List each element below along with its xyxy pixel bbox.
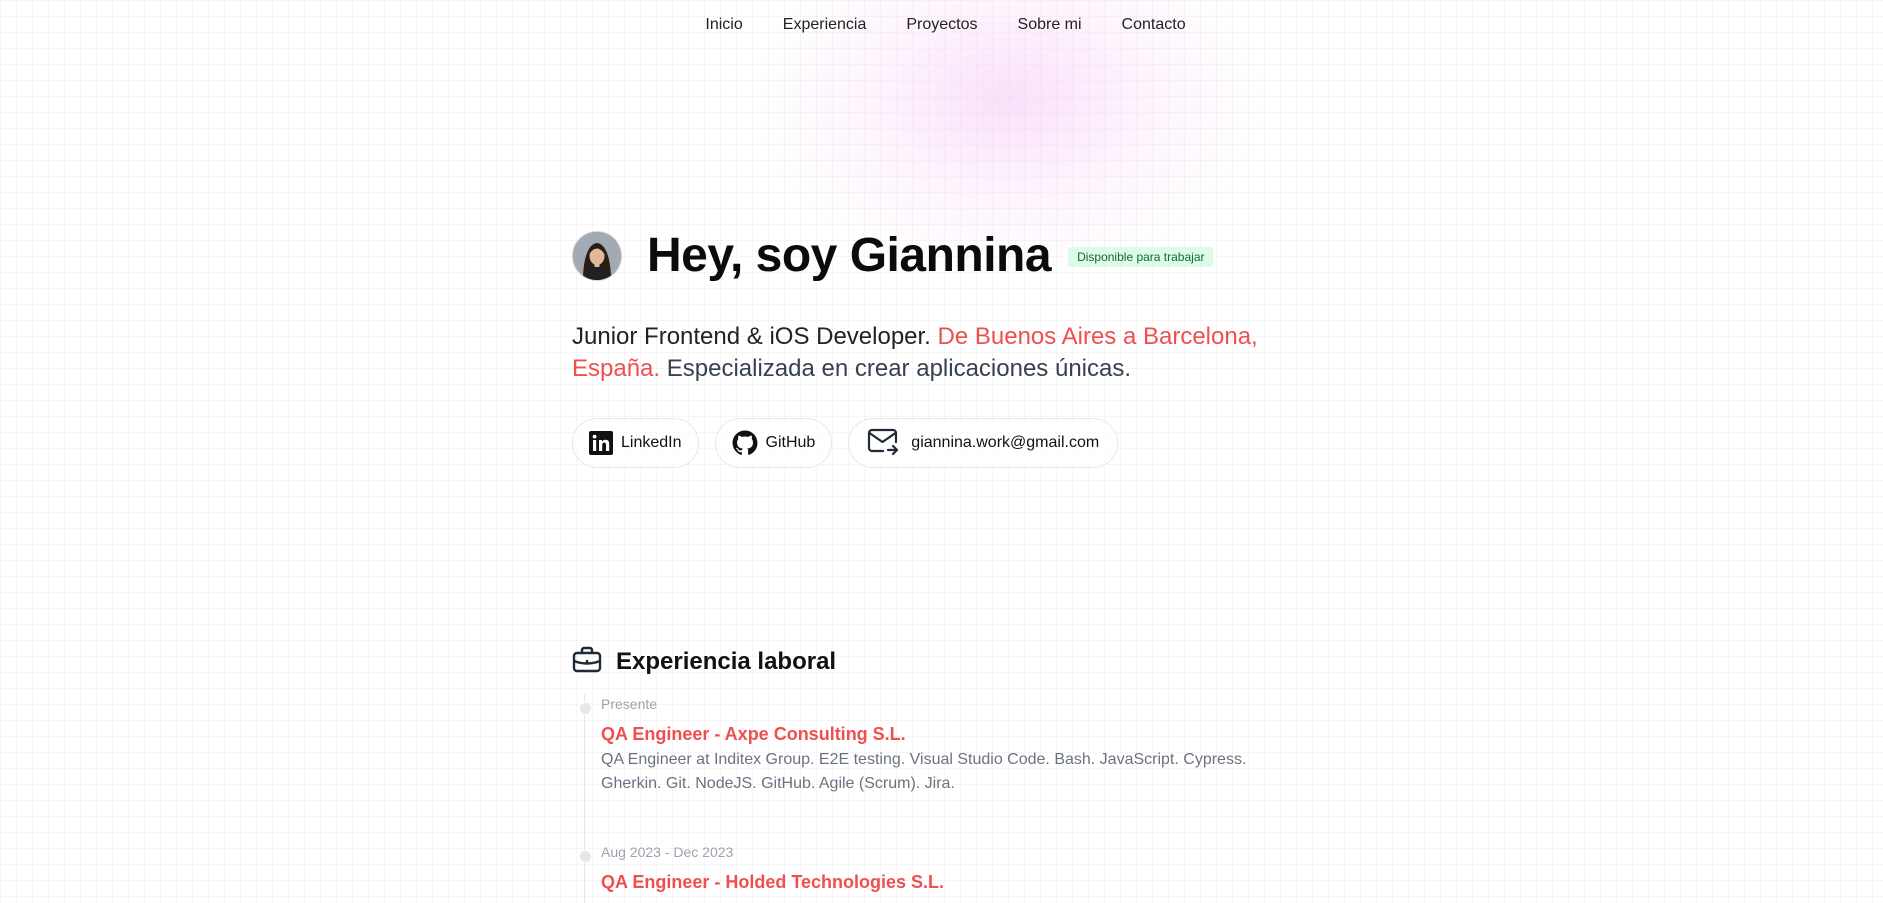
hero-description: Junior Frontend & iOS Developer. De Buen… — [572, 321, 1292, 385]
github-button[interactable]: GitHub — [714, 418, 833, 468]
timeline-dot — [579, 850, 592, 863]
nav-item-sobre-mi[interactable]: Sobre mi — [998, 0, 1102, 50]
nav-item-inicio[interactable]: Inicio — [685, 0, 762, 50]
nav-item-experiencia[interactable]: Experiencia — [763, 0, 887, 50]
briefcase-icon — [572, 646, 602, 679]
page-title: Hey, soy Giannina — [647, 229, 1052, 282]
experience-date: Aug 2023 - Dec 2023 — [601, 844, 734, 860]
avatar — [572, 231, 622, 281]
hero-title-row: Hey, soy Giannina Disponible para trabaj… — [572, 225, 1292, 287]
nav-links: Inicio Experiencia Proyectos Sobre mi Co… — [685, 0, 1205, 50]
github-icon — [732, 430, 758, 456]
experience-section: Experiencia laboral Presente QA Engineer… — [572, 644, 1292, 903]
experience-item: Presente QA Engineer - Axpe Consulting S… — [579, 694, 1292, 838]
linkedin-label: LinkedIn — [621, 434, 682, 451]
github-label: GitHub — [765, 434, 816, 451]
email-button[interactable]: giannina.work@gmail.com — [848, 418, 1119, 468]
mail-icon — [867, 428, 899, 458]
linkedin-icon — [589, 431, 613, 455]
timeline-dot — [579, 702, 592, 715]
hero-section: Hey, soy Giannina Disponible para trabaj… — [572, 225, 1292, 468]
experience-item: Aug 2023 - Dec 2023 QA Engineer - Holded… — [579, 842, 1292, 903]
experience-timeline: Presente QA Engineer - Axpe Consulting S… — [579, 694, 1292, 903]
experience-header: Experiencia laboral — [572, 644, 1292, 680]
nav-item-proyectos[interactable]: Proyectos — [886, 0, 997, 50]
experience-date: Presente — [601, 696, 658, 712]
hero-description-intro: Junior Frontend & iOS Developer. — [572, 323, 938, 350]
linkedin-button[interactable]: LinkedIn — [572, 418, 699, 468]
top-navigation: Inicio Experiencia Proyectos Sobre mi Co… — [0, 0, 1883, 50]
avatar-photo — [573, 232, 621, 280]
hero-description-specialty: Especializada en crear aplicaciones únic… — [660, 355, 1132, 382]
nav-item-contacto[interactable]: Contacto — [1102, 0, 1206, 50]
email-label: giannina.work@gmail.com — [911, 434, 1100, 451]
availability-badge: Disponible para trabajar — [1068, 247, 1214, 267]
experience-title: QA Engineer - Holded Technologies S.L. — [601, 872, 945, 892]
contact-links: LinkedIn GitHub giannina.work@gmail.com — [572, 418, 1292, 468]
experience-description: QA Engineer at Inditex Group. E2E testin… — [601, 751, 1247, 792]
experience-heading: Experiencia laboral — [616, 648, 837, 675]
experience-title: QA Engineer - Axpe Consulting S.L. — [601, 724, 906, 744]
